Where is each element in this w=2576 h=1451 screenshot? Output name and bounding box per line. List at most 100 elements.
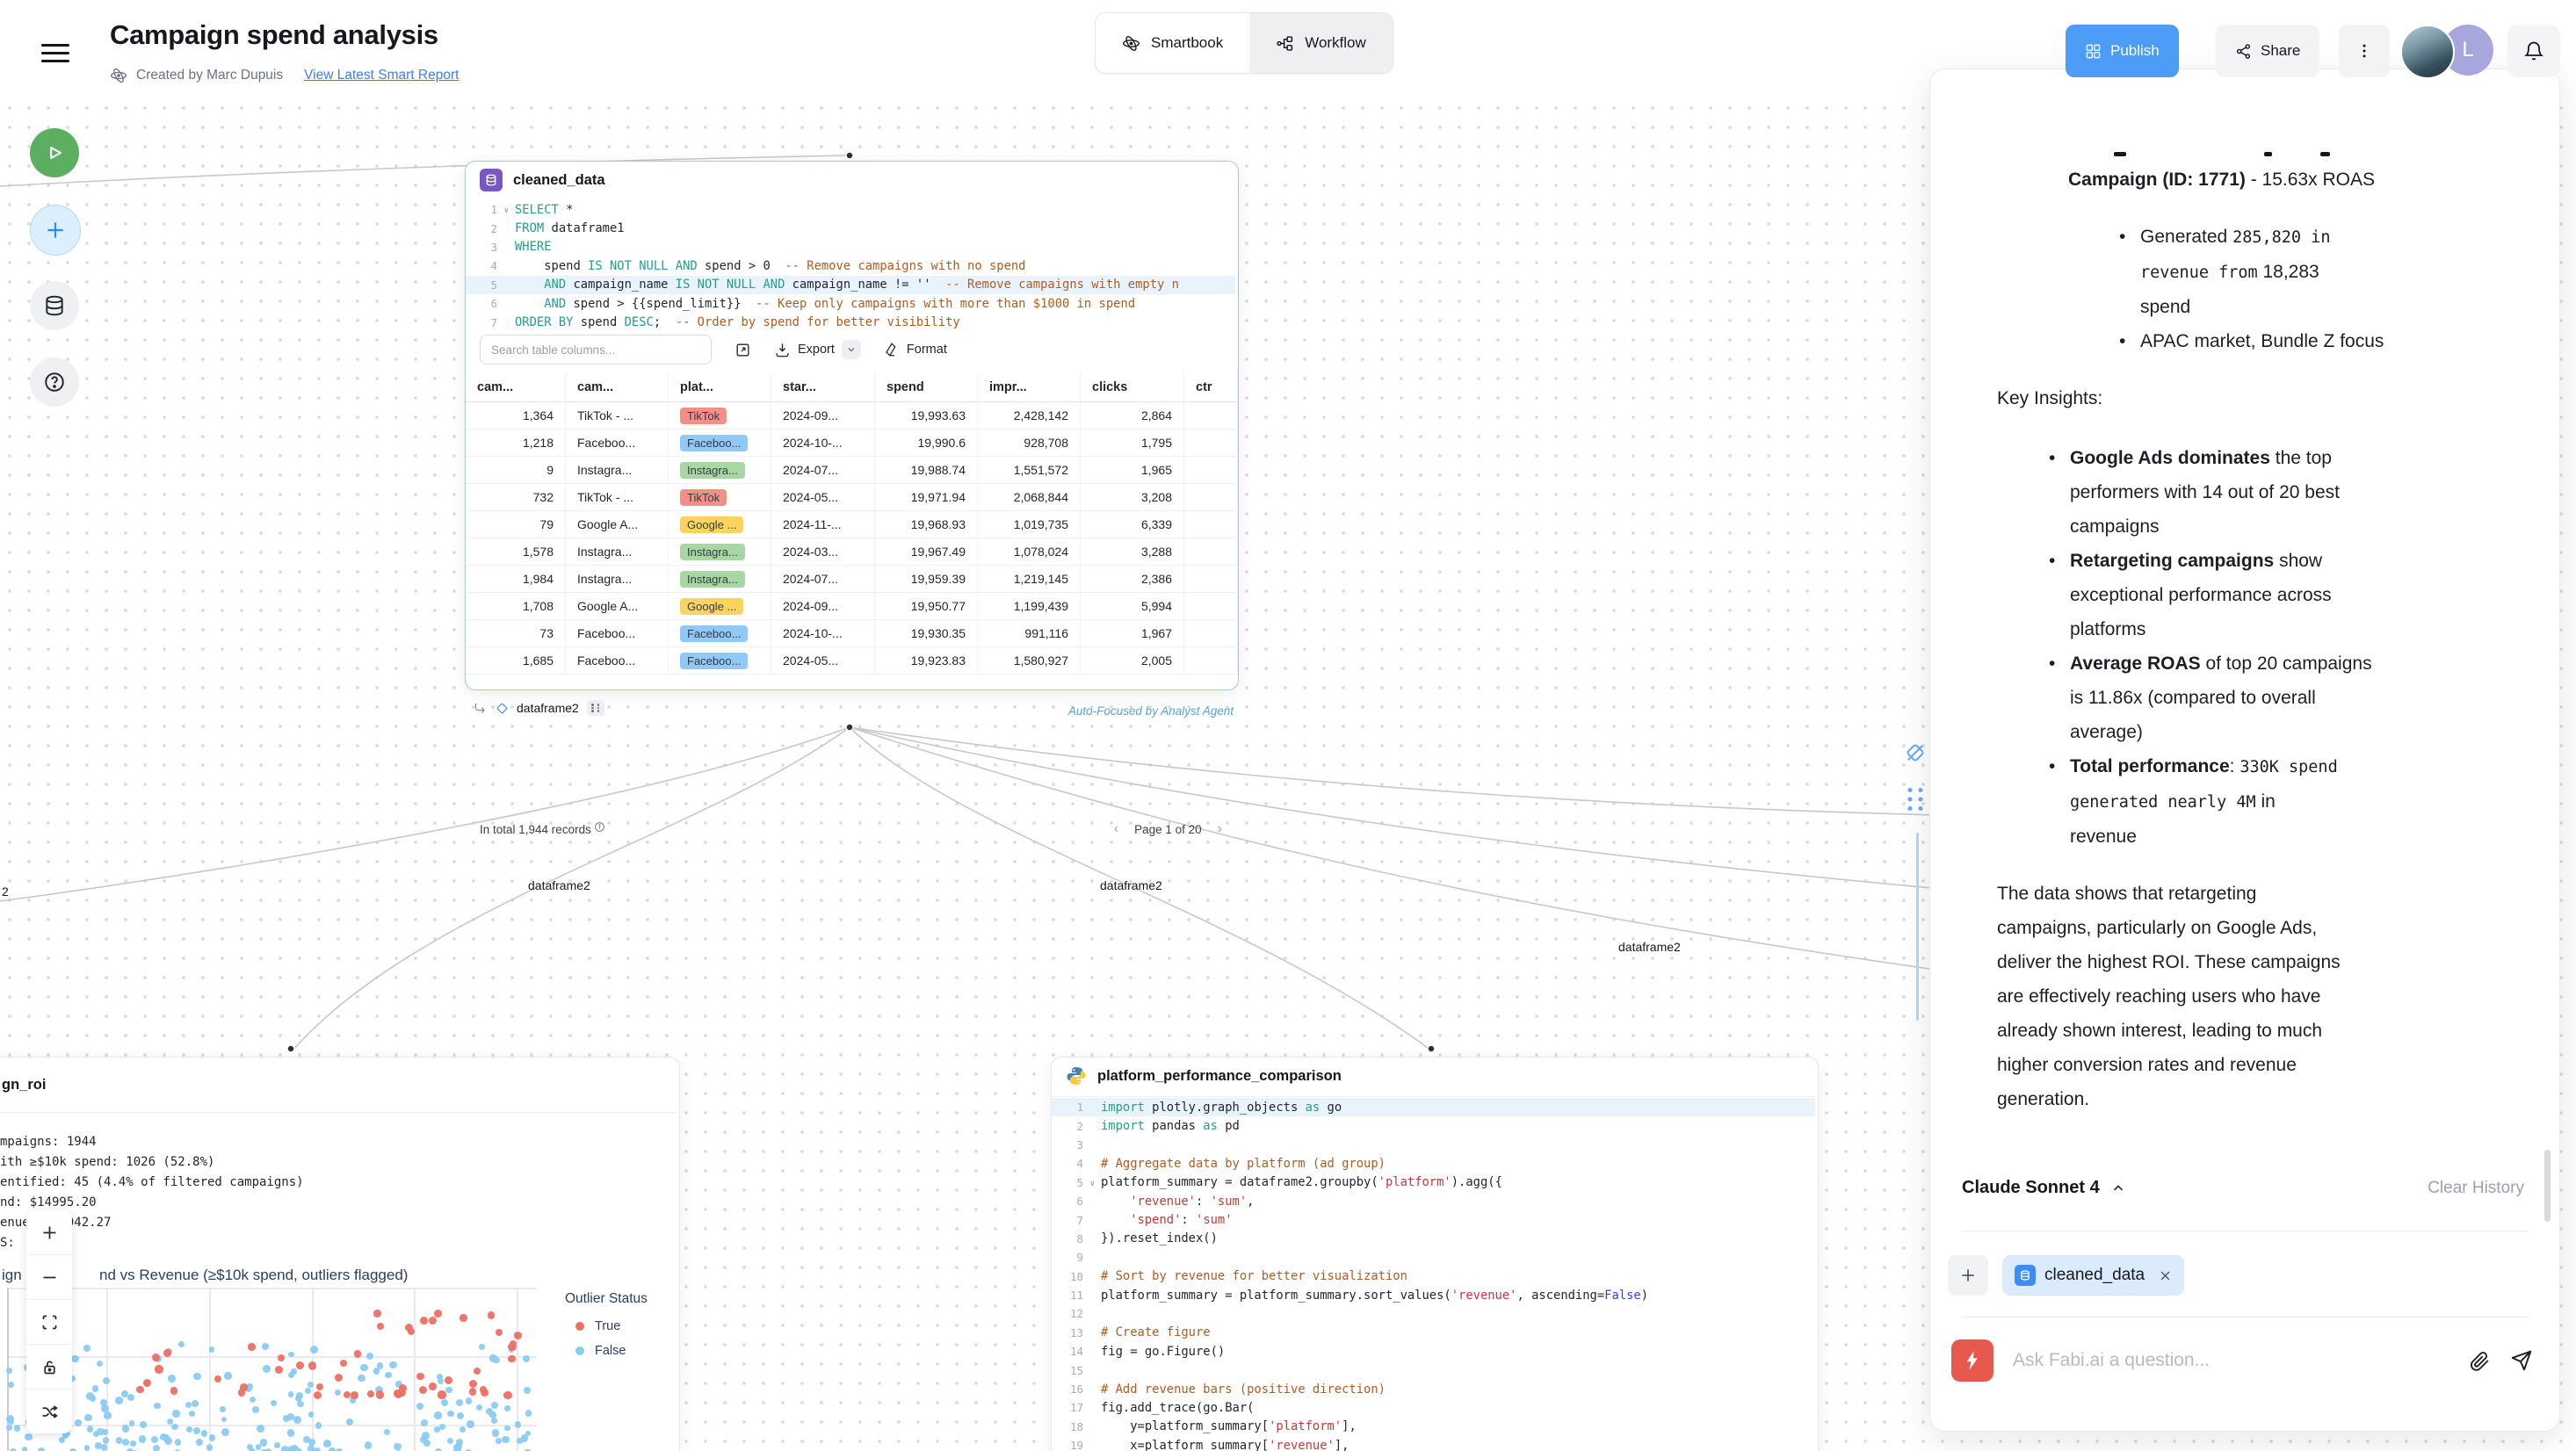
avatar-photo[interactable] [2400,25,2455,79]
node-cleaned-data[interactable]: cleaned_data 1∨SELECT *2FROM dataframe13… [465,161,1239,690]
shuffle-button[interactable] [26,1390,72,1433]
data-sources-button[interactable] [30,281,79,330]
created-by-text: Created by Marc Dupuis [136,68,283,83]
view-smart-report-link[interactable]: View Latest Smart Report [304,68,459,83]
drag-handle-icon[interactable] [1905,786,1926,812]
zoom-out-icon [40,1268,59,1287]
scatter-point [271,1400,277,1406]
legend-item-true[interactable]: True [575,1319,648,1333]
table-row[interactable]: 1,984Instagra...Instagra...2024-07...19,… [466,566,1236,593]
zoom-in-button[interactable] [26,1210,72,1255]
column-header[interactable]: clicks [1081,372,1184,401]
smartbook-atom-icon [110,67,127,84]
fabi-logo [1951,1339,1994,1382]
add-node-button[interactable] [30,205,81,256]
lock-button[interactable] [26,1345,72,1390]
scatter-plot[interactable] [0,1284,539,1451]
scatter-title: nd vs Revenue (≥$10k spend, outliers fla… [99,1267,408,1284]
search-columns-input[interactable]: Search table columns... [480,335,712,365]
scatter-point [143,1379,151,1387]
table-row[interactable]: 732TikTok - ...TikTok2024-05...19,971.94… [466,484,1236,511]
context-chip-cleaned-data[interactable]: cleaned_data [2002,1255,2184,1296]
table-row[interactable]: 9Instagra...Instagra...2024-07...19,988.… [466,457,1236,484]
table-row[interactable]: 1,685Faceboo...Faceboo...2024-05...19,92… [466,647,1236,675]
column-header[interactable]: ctr [1184,372,1238,401]
more-options-button[interactable] [2339,25,2390,77]
fit-view-icon [40,1313,59,1332]
sql-node-icon [480,169,503,191]
scatter-point [340,1360,348,1368]
clear-history-button[interactable]: Clear History [2428,1179,2524,1198]
table-row[interactable]: 73Faceboo...Faceboo...2024-10-...19,930.… [466,620,1236,647]
add-context-button[interactable] [1948,1255,1988,1296]
scatter-point [136,1386,143,1393]
table-row[interactable]: 1,708Google A...Google ...2024-09...19,9… [466,593,1236,620]
column-header[interactable]: impr... [978,372,1081,401]
table-cell: 19,959.39 [875,566,978,592]
table-cell: 19,923.83 [875,647,978,674]
scatter-point [206,1444,213,1450]
prev-page-button[interactable]: ‹ [1114,821,1118,837]
export-button[interactable]: Export [774,340,861,359]
format-button[interactable]: Format [884,342,947,357]
scatter-point [257,1425,264,1433]
scatter-point [116,1437,122,1443]
platform-badge: Faceboo... [680,653,748,669]
scatter-point [419,1386,427,1394]
send-icon[interactable] [2510,1349,2533,1372]
help-button[interactable] [30,357,79,407]
scatter-title-fragment: ign [2,1267,22,1284]
node-platform-performance[interactable]: platform_performance_comparison 1import … [1051,1057,1819,1451]
question-input[interactable]: Ask Fabi.ai a question... [2013,1350,2449,1371]
panel-scrollbar[interactable] [2544,1150,2551,1222]
next-page-button[interactable]: › [1218,821,1222,837]
scatter-point [434,1310,442,1317]
column-header[interactable]: cam... [466,372,566,401]
table-cell: 19,930.35 [875,620,978,646]
table-cell: 2024-09... [771,593,875,619]
result-table[interactable]: cam...cam...plat...star...spendimpr...cl… [466,372,1236,675]
output-drag-handle[interactable] [587,700,604,716]
export-options-button[interactable] [842,340,861,359]
table-cell: Google A... [566,511,669,538]
notifications-button[interactable] [2507,25,2560,77]
scatter-point [525,1410,532,1417]
edge-label-dataframe2: dataframe2 [1100,878,1162,892]
model-selector[interactable]: Claude Sonnet 4 [1962,1178,2126,1198]
run-workflow-button[interactable] [30,128,79,177]
scatter-point [474,1368,481,1375]
legend-item-false[interactable]: False [575,1344,648,1358]
tab-workflow[interactable]: Workflow [1249,13,1393,73]
expand-table-button[interactable] [734,342,751,358]
legend-swatch-true [575,1322,584,1331]
scatter-point [247,1444,253,1450]
table-cell: 991,116 [978,620,1081,646]
fit-view-button[interactable] [26,1300,72,1345]
table-row[interactable]: 1,364TikTok - ...TikTok2024-09...19,993.… [466,402,1236,430]
column-header[interactable]: cam... [566,372,669,401]
close-icon[interactable] [2159,1269,2172,1282]
sql-code-editor[interactable]: 1∨SELECT *2FROM dataframe13WHERE4 spend … [466,200,1235,332]
python-code-editor[interactable]: 1import plotly.graph_objects as go2impor… [1052,1098,1815,1451]
zoom-out-button[interactable] [26,1255,72,1300]
publish-button[interactable]: Publish [2066,25,2179,77]
table-row[interactable]: 1,578Instagra...Instagra...2024-03...19,… [466,538,1236,566]
scatter-point [429,1317,437,1325]
menu-icon[interactable] [41,39,69,63]
column-header[interactable]: plat... [669,372,771,401]
scatter-point [129,1420,135,1426]
attach-icon[interactable] [2469,1350,2491,1372]
plus-icon [1959,1267,1977,1284]
table-row[interactable]: 79Google A...Google ...2024-11-...19,968… [466,511,1236,538]
assistant-panel: Campaign (ID: 1771) - 15.63x ROASGenerat… [1929,69,2560,1432]
scatter-point [260,1439,268,1447]
unlink-icon[interactable] [1903,740,1928,765]
tab-smartbook[interactable]: Smartbook [1096,13,1249,73]
share-button[interactable]: Share [2216,25,2319,77]
column-header[interactable]: star... [771,372,875,401]
platform-badge: Faceboo... [680,435,748,451]
column-header[interactable]: spend [875,372,978,401]
python-node-icon [1066,1065,1087,1086]
table-cell: 1,364 [466,402,566,429]
table-row[interactable]: 1,218Faceboo...Faceboo...2024-10-...19,9… [466,430,1236,457]
